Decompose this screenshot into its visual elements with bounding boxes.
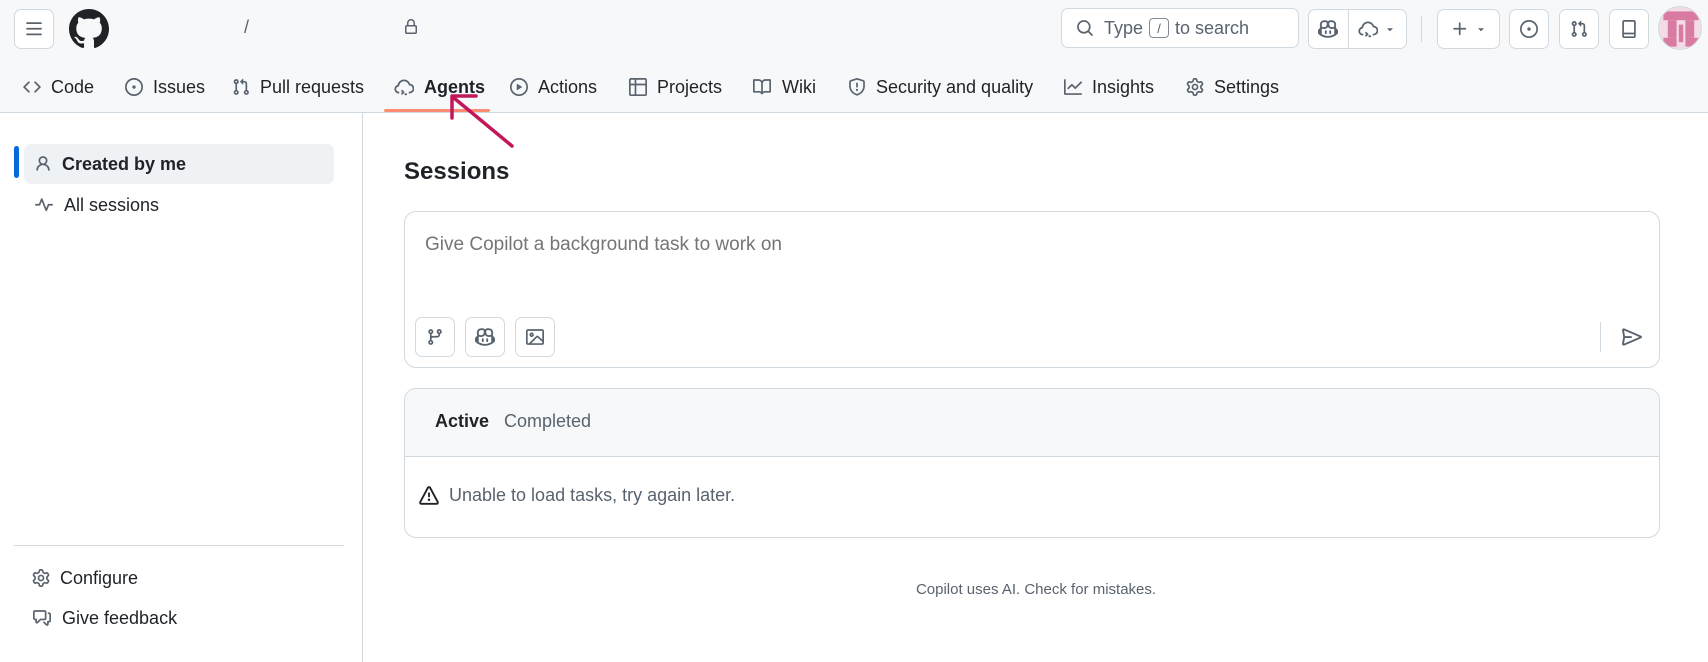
git-pull-request-icon — [233, 78, 249, 95]
sidebar-item-label: Give feedback — [62, 607, 178, 628]
image-icon — [526, 329, 544, 345]
sidebar-item-created-by-me[interactable]: Created by me — [24, 144, 334, 184]
app-header: / Type / to search Code Issues Pull requ… — [0, 0, 1708, 113]
comment-icon — [33, 610, 51, 626]
github-logo-icon[interactable] — [69, 9, 109, 49]
annotation-arrow-icon — [450, 94, 514, 148]
copilot-link[interactable]: Copilot — [916, 581, 963, 598]
tab-insights[interactable]: Insights — [1064, 62, 1154, 112]
tab-label: Projects — [657, 76, 723, 97]
search-placeholder-prefix: Type — [1104, 17, 1144, 38]
tab-label: Actions — [538, 76, 598, 97]
sidebar-item-configure[interactable]: Configure — [24, 560, 138, 596]
active-item-indicator — [14, 146, 19, 178]
sidebar-divider — [14, 545, 344, 546]
tab-actions[interactable]: Actions — [510, 62, 597, 112]
copilot-chat-button[interactable] — [1309, 10, 1348, 48]
branch-select-button[interactable] — [415, 317, 455, 357]
agents-menu-button[interactable] — [1349, 10, 1406, 48]
copilot-split-button — [1308, 9, 1407, 49]
sidebar-item-give-feedback[interactable]: Give feedback — [24, 600, 177, 636]
page-title: Sessions — [404, 158, 510, 185]
gear-icon — [32, 569, 50, 587]
tab-label: Issues — [153, 76, 206, 97]
code-icon — [23, 81, 41, 93]
tab-label: Settings — [1214, 76, 1280, 97]
tab-settings[interactable]: Settings — [1186, 62, 1279, 112]
tasks-tabs-header: Active Completed — [405, 389, 1659, 457]
disclaimer-text: uses AI. Check for mistakes. — [962, 581, 1157, 598]
tab-label: Security and quality — [876, 76, 1034, 97]
tab-completed[interactable]: Completed — [504, 411, 591, 432]
tab-label: Insights — [1092, 76, 1155, 97]
tab-label: Code — [51, 76, 95, 97]
sidebar-item-label: Created by me — [62, 153, 187, 174]
tab-security[interactable]: Security and quality — [848, 62, 1033, 112]
agent-cloud-icon — [394, 79, 414, 96]
table-icon — [629, 78, 647, 96]
hamburger-menu-button[interactable] — [14, 9, 54, 49]
send-task-button[interactable] — [1612, 317, 1652, 357]
git-branch-icon — [428, 329, 442, 345]
search-shortcut-key: / — [1149, 18, 1170, 38]
alert-icon — [419, 485, 439, 505]
tab-label: Pull requests — [260, 76, 365, 97]
git-pull-request-icon — [1571, 20, 1587, 37]
tab-pull-requests[interactable]: Pull requests — [232, 62, 364, 112]
lock-icon — [403, 18, 419, 36]
tab-active[interactable]: Active — [435, 411, 489, 432]
person-icon — [36, 156, 50, 171]
sidebar-item-label: Configure — [60, 567, 139, 588]
task-prompt-input[interactable] — [425, 234, 1425, 256]
issue-opened-icon — [1520, 20, 1538, 38]
your-pull-requests-button[interactable] — [1559, 9, 1599, 49]
book-icon — [753, 79, 772, 95]
error-text: Unable to load tasks, try again later. — [449, 485, 736, 505]
global-search-input[interactable]: Type / to search — [1061, 8, 1299, 48]
attach-image-button[interactable] — [515, 317, 555, 357]
identicon-icon — [1659, 7, 1701, 49]
triangle-down-icon — [1477, 28, 1484, 32]
agent-select-button[interactable] — [465, 317, 505, 357]
composer-separator — [1600, 322, 1601, 352]
graph-icon — [1064, 79, 1082, 95]
pulse-icon — [35, 198, 53, 212]
shield-icon — [849, 78, 865, 96]
create-new-button[interactable] — [1437, 9, 1500, 49]
tab-wiki[interactable]: Wiki — [752, 62, 816, 112]
hamburger-icon — [26, 22, 42, 36]
notifications-button[interactable] — [1609, 9, 1649, 49]
tab-code[interactable]: Code — [23, 62, 94, 112]
repo-navigation: Code Issues Pull requests Agents Actions… — [0, 62, 1708, 112]
your-issues-button[interactable] — [1509, 9, 1549, 49]
task-composer — [404, 211, 1660, 368]
copilot-icon — [1318, 20, 1339, 38]
inbox-icon — [1622, 20, 1636, 38]
gear-icon — [1186, 78, 1204, 96]
user-avatar[interactable] — [1658, 6, 1702, 50]
triangle-down-icon — [1387, 28, 1394, 32]
paper-airplane-icon — [1622, 328, 1642, 346]
agent-cloud-icon — [1358, 21, 1379, 38]
search-placeholder-suffix: to search — [1175, 17, 1250, 38]
tasks-error-message: Unable to load tasks, try again later. — [419, 485, 735, 506]
copilot-icon — [475, 328, 495, 346]
ai-disclaimer: Copilot uses AI. Check for mistakes. — [364, 581, 1708, 598]
tab-label: Wiki — [782, 76, 816, 97]
sidebar-item-label: All sessions — [64, 194, 160, 215]
issue-opened-icon — [125, 78, 143, 96]
breadcrumb-separator: / — [244, 17, 250, 37]
plus-icon — [1452, 22, 1466, 36]
tasks-panel: Active Completed Unable to load tasks, t… — [404, 388, 1660, 538]
header-separator — [1421, 16, 1422, 42]
search-icon — [1077, 20, 1093, 36]
tab-issues[interactable]: Issues — [125, 62, 205, 112]
tab-projects[interactable]: Projects — [629, 62, 722, 112]
sidebar-item-all-sessions[interactable]: All sessions — [24, 185, 334, 225]
